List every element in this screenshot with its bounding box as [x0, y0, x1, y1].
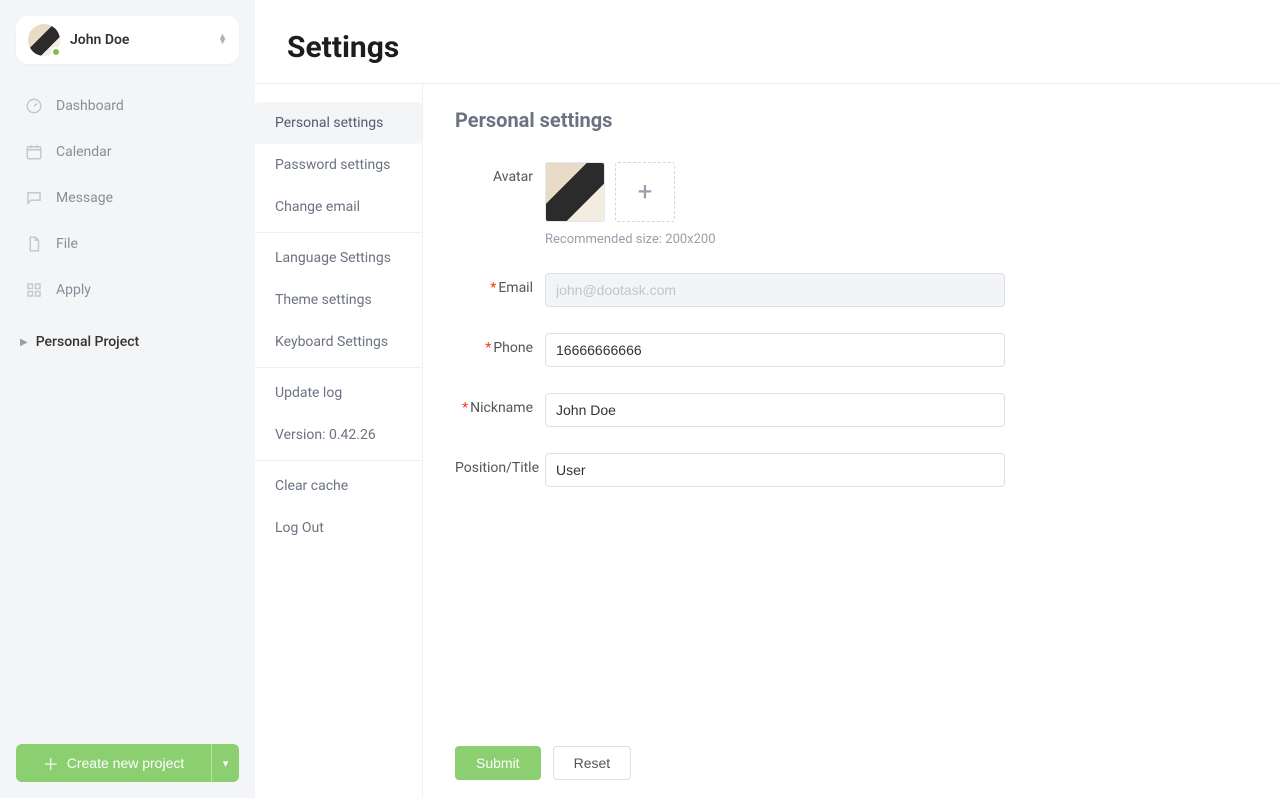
reset-label: Reset [574, 755, 611, 771]
page-title: Settings [287, 30, 1248, 65]
settings-nav-label: Keyboard Settings [275, 334, 388, 350]
nickname-label: Nickname [470, 400, 533, 416]
phone-label: Phone [493, 340, 533, 356]
position-label: Position/Title [455, 460, 539, 476]
create-project-more-button[interactable]: ▾ [211, 744, 239, 782]
settings-nav-label: Change email [275, 199, 360, 215]
submit-label: Submit [476, 755, 520, 771]
nav-label: Dashboard [56, 98, 124, 114]
field-nickname: *Nickname [455, 393, 1248, 427]
email-label: Email [498, 280, 533, 296]
settings-panel: Personal settings Avatar + Recommended s [423, 84, 1280, 798]
settings-nav-logout[interactable]: Log Out [255, 507, 422, 549]
sidebar: John Doe ▲▼ Dashboard Calendar [0, 0, 255, 798]
chevron-down-icon: ▾ [223, 757, 229, 770]
settings-nav-label: Personal settings [275, 115, 383, 131]
avatar-hint: Recommended size: 200x200 [545, 232, 1005, 247]
file-icon [24, 234, 44, 254]
nav-label: File [56, 236, 78, 252]
nav-message[interactable]: Message [16, 178, 239, 218]
page-header: Settings [255, 0, 1280, 84]
nav-dashboard[interactable]: Dashboard [16, 86, 239, 126]
settings-nav-personal[interactable]: Personal settings [255, 102, 422, 144]
settings-nav: Personal settings Password settings Chan… [255, 84, 423, 798]
calendar-icon [24, 142, 44, 162]
settings-nav-label: Version: 0.42.26 [275, 427, 376, 443]
required-indicator: * [490, 280, 496, 296]
settings-nav-label: Password settings [275, 157, 390, 173]
nav-apply[interactable]: Apply [16, 270, 239, 310]
presence-indicator [51, 47, 61, 57]
panel-title: Personal settings [455, 108, 1248, 132]
gauge-icon [24, 96, 44, 116]
required-indicator: * [462, 400, 468, 416]
chat-icon [24, 188, 44, 208]
submit-button[interactable]: Submit [455, 746, 541, 780]
settings-nav-change-email[interactable]: Change email [255, 186, 422, 228]
create-project: ＋ Create new project ▾ [16, 744, 239, 782]
nickname-input[interactable] [545, 393, 1005, 427]
required-indicator: * [485, 340, 491, 356]
primary-nav: Dashboard Calendar Message File [16, 86, 239, 310]
nav-calendar[interactable]: Calendar [16, 132, 239, 172]
settings-nav-label: Log Out [275, 520, 324, 536]
plus-icon: + [638, 177, 653, 207]
section-title: Personal Project [36, 334, 139, 350]
grid-icon [24, 280, 44, 300]
settings-nav-label: Theme settings [275, 292, 372, 308]
settings-nav-theme[interactable]: Theme settings [255, 279, 422, 321]
nav-label: Message [56, 190, 113, 206]
settings-nav-language[interactable]: Language Settings [255, 237, 422, 279]
position-input[interactable] [545, 453, 1005, 487]
field-email: *Email [455, 273, 1248, 307]
settings-nav-version: Version: 0.42.26 [255, 414, 422, 456]
sidebar-section-personal-project[interactable]: ▶ Personal Project [16, 324, 239, 360]
avatar-label: Avatar [493, 169, 533, 185]
panel-footer: Submit Reset [455, 732, 1248, 798]
user-menu[interactable]: John Doe ▲▼ [16, 16, 239, 64]
email-input [545, 273, 1005, 307]
create-project-label: Create new project [67, 755, 185, 771]
avatar-image[interactable] [545, 162, 605, 222]
caret-right-icon: ▶ [20, 337, 28, 348]
create-project-button[interactable]: ＋ Create new project [16, 744, 211, 782]
field-avatar: Avatar + Recommended size: 200x200 [455, 162, 1248, 247]
user-name: John Doe [70, 32, 208, 48]
settings-nav-label: Language Settings [275, 250, 391, 266]
reset-button[interactable]: Reset [553, 746, 632, 780]
settings-nav-label: Update log [275, 385, 342, 401]
phone-input[interactable] [545, 333, 1005, 367]
settings-nav-label: Clear cache [275, 478, 348, 494]
avatar-upload-button[interactable]: + [615, 162, 675, 222]
nav-label: Calendar [56, 144, 112, 160]
settings-nav-keyboard[interactable]: Keyboard Settings [255, 321, 422, 363]
nav-label: Apply [56, 282, 91, 298]
field-position: Position/Title [455, 453, 1248, 487]
plus-icon: ＋ [43, 751, 59, 775]
personal-settings-form: Avatar + Recommended size: 200x200 [455, 162, 1248, 732]
settings-nav-password[interactable]: Password settings [255, 144, 422, 186]
field-phone: *Phone [455, 333, 1248, 367]
settings-nav-clear-cache[interactable]: Clear cache [255, 465, 422, 507]
main: Settings Personal settings Password sett… [255, 0, 1280, 798]
settings-nav-update-log[interactable]: Update log [255, 372, 422, 414]
nav-file[interactable]: File [16, 224, 239, 264]
chevron-updown-icon: ▲▼ [218, 35, 227, 45]
